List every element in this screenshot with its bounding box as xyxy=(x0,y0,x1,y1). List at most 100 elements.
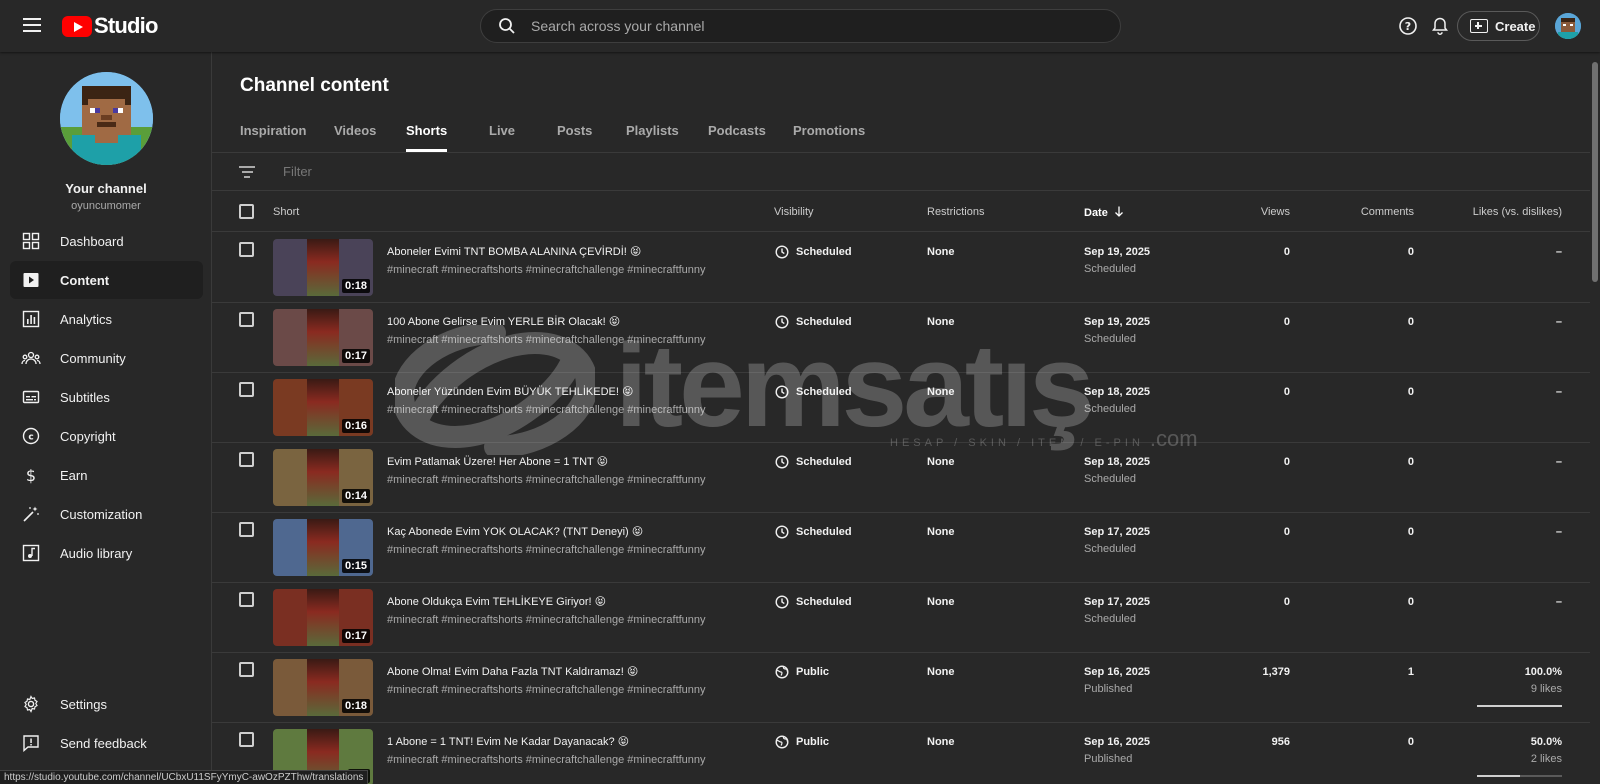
row-checkbox[interactable] xyxy=(239,592,254,607)
channel-title[interactable]: Your channel xyxy=(0,181,212,196)
visibility-cell[interactable]: Scheduled xyxy=(774,594,852,609)
row-checkbox[interactable] xyxy=(239,312,254,327)
visibility-cell[interactable]: Scheduled xyxy=(774,314,852,329)
comments-cell: 0 xyxy=(1407,526,1414,538)
short-thumbnail[interactable]: 0:18 xyxy=(273,659,373,716)
create-button[interactable]: Create xyxy=(1457,11,1540,41)
sidebar-item-copyright[interactable]: c Copyright xyxy=(10,417,203,455)
notifications-bell-icon[interactable] xyxy=(1428,14,1452,38)
sidebar-item-label: Earn xyxy=(60,467,88,483)
table-row[interactable]: 0:14 Evim Patlamak Üzere! Her Abone = 1 T… xyxy=(212,443,1590,513)
analytics-icon xyxy=(20,308,42,330)
scrollbar-thumb[interactable] xyxy=(1592,62,1598,282)
sidebar-item-subtitles[interactable]: Subtitles xyxy=(10,378,203,416)
short-title[interactable]: Abone Oldukça Evim TEHLİKEYE Giriyor! 😝 xyxy=(387,595,606,608)
short-thumbnail[interactable]: 0:18 xyxy=(273,239,373,296)
channel-avatar[interactable] xyxy=(60,72,153,165)
header-comments[interactable]: Comments xyxy=(1361,206,1414,218)
table-row[interactable]: 0:18 Abone Olma! Evim Daha Fazla TNT Kald… xyxy=(212,653,1590,723)
header-visibility[interactable]: Visibility xyxy=(774,206,814,218)
thumbnail-frame xyxy=(307,309,339,366)
search-input[interactable] xyxy=(531,18,1091,34)
visibility-cell[interactable]: Public xyxy=(774,664,829,679)
help-icon[interactable]: ? xyxy=(1396,14,1420,38)
page-scrollbar[interactable] xyxy=(1590,52,1600,784)
row-checkbox[interactable] xyxy=(239,242,254,257)
clock-icon xyxy=(774,384,789,399)
select-all-checkbox[interactable] xyxy=(239,204,254,219)
short-thumbnail[interactable]: 0:16 xyxy=(273,379,373,436)
short-title[interactable]: Evim Patlamak Üzere! Her Abone = 1 TNT 😝 xyxy=(387,455,608,468)
short-title[interactable]: Abone Olma! Evim Daha Fazla TNT Kaldıram… xyxy=(387,665,638,678)
row-checkbox[interactable] xyxy=(239,522,254,537)
sidebar-item-customization[interactable]: Customization xyxy=(10,495,203,533)
sidebar-item-analytics[interactable]: Analytics xyxy=(10,300,203,338)
likes-count: 9 likes xyxy=(1530,683,1562,695)
visibility-cell[interactable]: Scheduled xyxy=(774,454,852,469)
visibility-cell[interactable]: Scheduled xyxy=(774,524,852,539)
views-cell: 0 xyxy=(1283,596,1290,608)
table-row[interactable]: 0:11 Abone = 1 TNT! Evim Ne Kadar Dayana… xyxy=(212,723,1590,784)
header-restrictions[interactable]: Restrictions xyxy=(927,206,984,218)
account-avatar[interactable] xyxy=(1555,13,1581,39)
sidebar-item-settings[interactable]: Settings xyxy=(10,685,203,723)
gear-icon xyxy=(20,693,42,715)
short-title[interactable]: Kaç Abonede Evim YOK OLACAK? (TNT Deneyi… xyxy=(387,525,643,538)
sidebar-item-dashboard[interactable]: Dashboard xyxy=(10,222,203,260)
sidebar-item-content[interactable]: Content xyxy=(10,261,203,299)
short-description: #minecraft #minecraftshorts #minecraftch… xyxy=(387,264,706,276)
table-row[interactable]: 0:17 Abone Oldukça Evim TEHLİKEYE Giriyor… xyxy=(212,583,1590,653)
likes-cell: – xyxy=(1555,386,1562,398)
search-icon[interactable] xyxy=(487,9,527,43)
table-row[interactable]: 0:15 Kaç Abonede Evim YOK OLACAK? (TNT De… xyxy=(212,513,1590,583)
thumbnail-frame xyxy=(307,589,339,646)
thumbnail-frame xyxy=(307,379,339,436)
visibility-cell[interactable]: Scheduled xyxy=(774,244,852,259)
comments-cell: 1 xyxy=(1407,666,1414,678)
sidebar-item-community[interactable]: Community xyxy=(10,339,203,377)
restrictions-cell: None xyxy=(927,736,955,748)
header-likes[interactable]: Likes (vs. dislikes) xyxy=(1473,206,1562,218)
row-checkbox[interactable] xyxy=(239,662,254,677)
short-title[interactable]: Aboneler Evimi TNT BOMBA ALANINA ÇEVİRDİ… xyxy=(387,245,641,258)
table-row[interactable]: 0:18 Aboneler Evimi TNT BOMBA ALANINA ÇEV… xyxy=(212,233,1590,303)
visibility-cell[interactable]: Scheduled xyxy=(774,384,852,399)
table-row[interactable]: 0:16 Aboneler Yüzünden Evim BÜYÜK TEHLİKE… xyxy=(212,373,1590,443)
row-checkbox[interactable] xyxy=(239,732,254,747)
tab-playlists[interactable]: Playlists xyxy=(626,114,679,152)
short-thumbnail[interactable]: 0:17 xyxy=(273,309,373,366)
tab-inspiration[interactable]: Inspiration xyxy=(240,114,306,152)
likes-cell: – xyxy=(1555,456,1562,468)
tab-live[interactable]: Live xyxy=(489,114,515,152)
short-title[interactable]: 100 Abone Gelirse Evim YERLE BİR Olacak!… xyxy=(387,315,620,328)
short-thumbnail[interactable]: 0:14 xyxy=(273,449,373,506)
visibility-cell[interactable]: Public xyxy=(774,734,829,749)
header-date[interactable]: Date xyxy=(1084,206,1124,220)
row-checkbox[interactable] xyxy=(239,382,254,397)
globe-icon xyxy=(774,664,789,679)
tab-videos[interactable]: Videos xyxy=(334,114,376,152)
filter-icon[interactable] xyxy=(238,163,256,181)
header-views[interactable]: Views xyxy=(1261,206,1290,218)
studio-logo[interactable]: Studio xyxy=(62,13,158,39)
short-title[interactable]: Aboneler Yüzünden Evim BÜYÜK TEHLİKEDE! … xyxy=(387,385,633,398)
tab-shorts[interactable]: Shorts xyxy=(406,114,448,152)
table-row[interactable]: 0:17 100 Abone Gelirse Evim YERLE BİR Ola… xyxy=(212,303,1590,373)
short-title[interactable]: 1 Abone = 1 TNT! Evim Ne Kadar Dayanacak… xyxy=(387,735,629,748)
filter-input[interactable]: Filter xyxy=(283,164,312,179)
tab-posts[interactable]: Posts xyxy=(557,114,592,152)
menu-icon[interactable] xyxy=(20,14,44,38)
clock-icon xyxy=(774,314,789,329)
filter-bar[interactable]: Filter xyxy=(212,153,1590,191)
sidebar-item-audio-library[interactable]: Audio library xyxy=(10,534,203,572)
short-description: #minecraft #minecraftshorts #minecraftch… xyxy=(387,474,706,486)
sidebar-item-send-feedback[interactable]: Send feedback xyxy=(10,724,203,762)
row-checkbox[interactable] xyxy=(239,452,254,467)
search-bar[interactable] xyxy=(480,9,1121,43)
sidebar-item-earn[interactable]: $ Earn xyxy=(10,456,203,494)
thumbnail-frame xyxy=(307,239,339,296)
short-thumbnail[interactable]: 0:17 xyxy=(273,589,373,646)
tab-podcasts[interactable]: Podcasts xyxy=(708,114,766,152)
tab-promotions[interactable]: Promotions xyxy=(793,114,865,152)
short-thumbnail[interactable]: 0:15 xyxy=(273,519,373,576)
